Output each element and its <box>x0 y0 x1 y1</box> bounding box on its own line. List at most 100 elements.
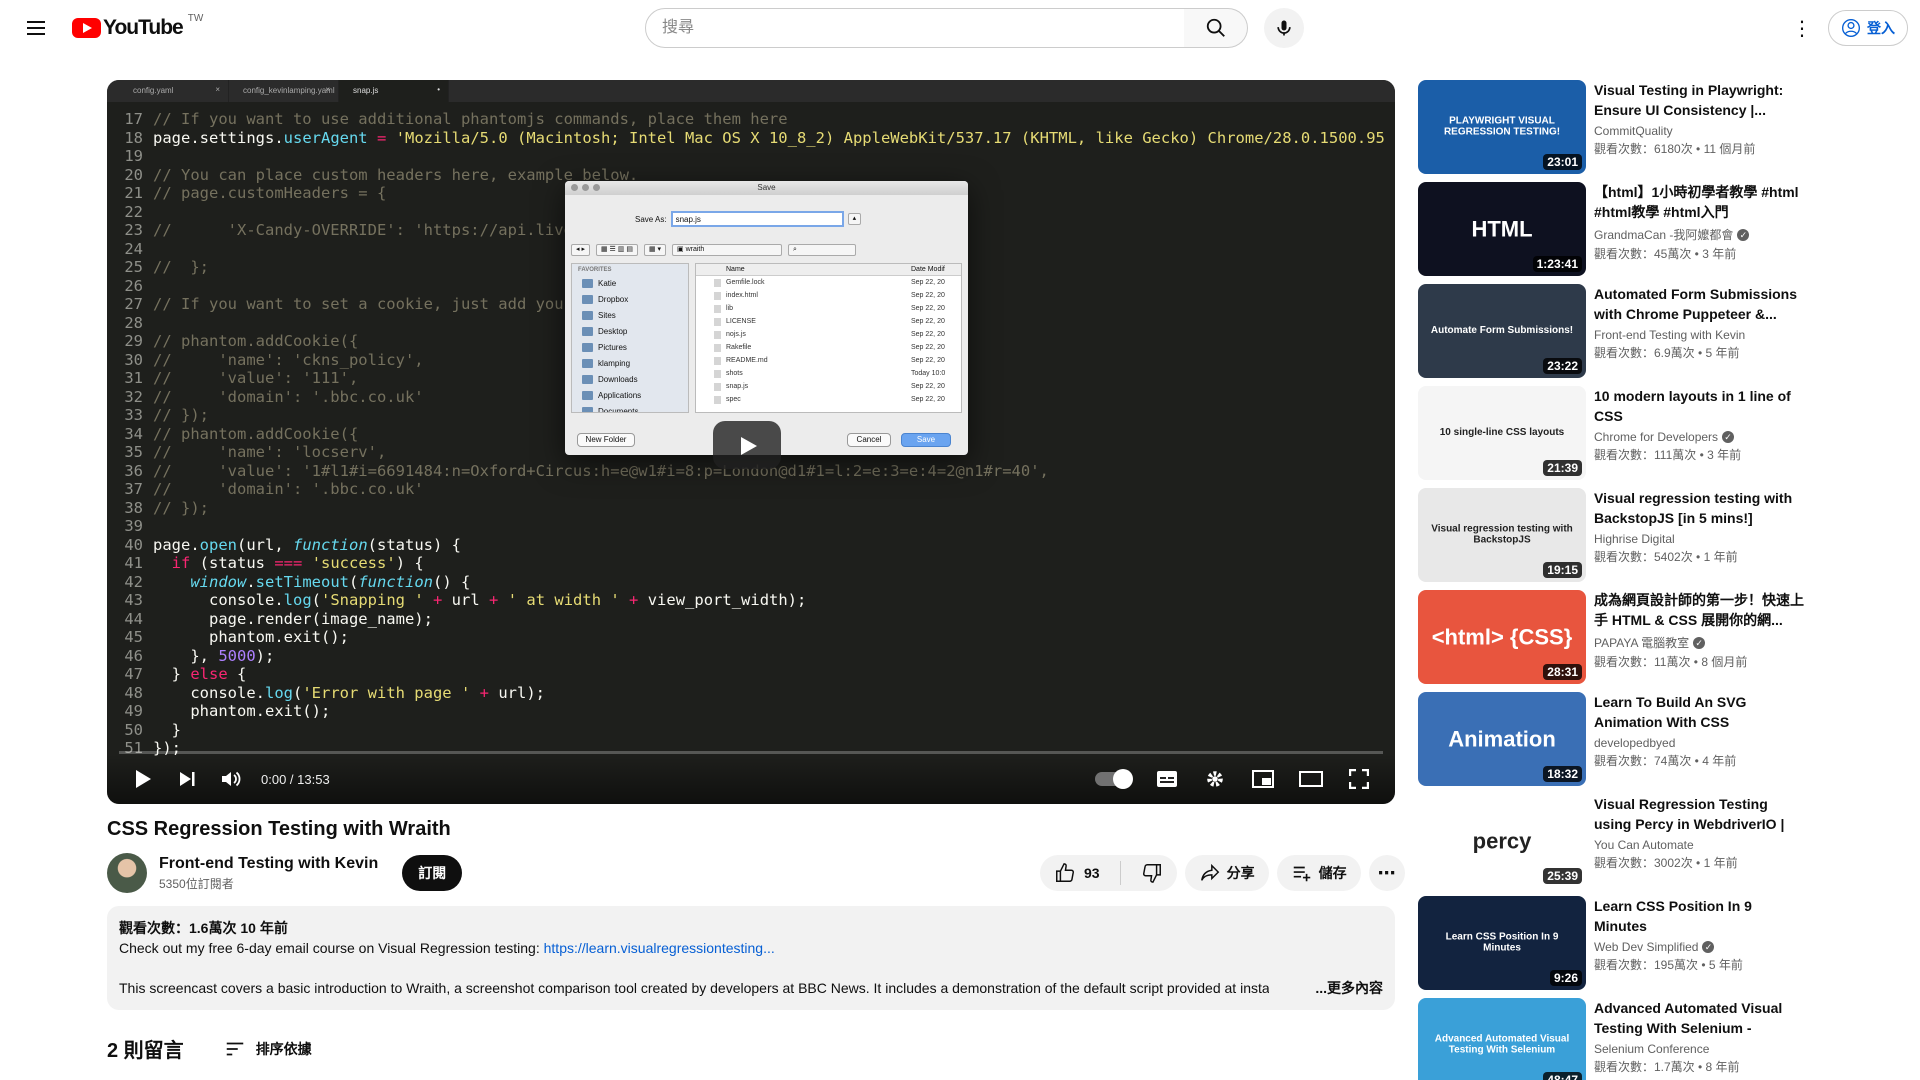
verified-badge-icon: ✓ <box>1722 431 1735 443</box>
related-video-meta: Automated Form Submissions with Chrome P… <box>1594 284 1808 378</box>
sort-comments-button[interactable]: 排序依據 <box>224 1038 312 1060</box>
favorites-sidebar: FAVORITES Katie Dropbox Sites Desktop Pi… <box>571 263 689 413</box>
video-thumbnail[interactable]: HTML 1:23:41 <box>1418 182 1586 276</box>
mute-button[interactable] <box>209 757 253 801</box>
video-thumbnail[interactable]: PLAYWRIGHT VISUAL REGRESSION TESTING! 23… <box>1418 80 1586 174</box>
video-thumbnail[interactable]: Animation 18:32 <box>1418 692 1586 786</box>
search-input[interactable] <box>645 8 1185 48</box>
settings-more-button[interactable]: ⋮ <box>1782 8 1822 48</box>
dislike-button[interactable] <box>1127 855 1177 891</box>
file-row: nojs.js Sep 22, 20 <box>696 328 961 341</box>
related-video-item[interactable]: percy 25:39 Visual Regression Testing us… <box>1418 794 1808 888</box>
related-video-title[interactable]: Visual Testing in Playwright: Ensure UI … <box>1594 80 1808 120</box>
related-channel-name: Front-end Testing with Kevin <box>1594 328 1746 342</box>
related-channel-name: PAPAYA 電腦教室 <box>1594 636 1690 650</box>
search-icon <box>1206 18 1225 37</box>
sign-in-button[interactable]: 登入 <box>1828 10 1908 46</box>
related-video-meta: Advanced Automated Visual Testing With S… <box>1594 998 1808 1080</box>
related-video-title[interactable]: 成為網頁設計師的第一步！快速上手 HTML & CSS 展開你的網... <box>1594 590 1808 630</box>
video-thumbnail[interactable]: Advanced Automated Visual Testing With S… <box>1418 998 1586 1080</box>
youtube-logo[interactable]: YouTube TW <box>72 13 203 40</box>
related-video-title[interactable]: Visual Regression Testing using Percy in… <box>1594 794 1808 834</box>
video-player[interactable]: config.yaml × config_kevinlamping.yaml × s… <box>107 80 1395 804</box>
arrange-icon: ▦ ▾ <box>643 244 667 256</box>
verified-badge-icon: ✓ <box>1702 941 1715 953</box>
related-channel[interactable]: You Can Automate <box>1594 838 1808 852</box>
col-name: Name <box>726 266 745 273</box>
related-video-title[interactable]: Advanced Automated Visual Testing With S… <box>1594 998 1808 1038</box>
related-channel[interactable]: Chrome for Developers ✓ <box>1594 430 1808 444</box>
related-video-title[interactable]: Automated Form Submissions with Chrome P… <box>1594 284 1808 324</box>
voice-search-button[interactable] <box>1264 8 1304 48</box>
settings-button[interactable] <box>1193 757 1237 801</box>
related-channel[interactable]: Highrise Digital <box>1594 532 1808 546</box>
more-actions-button[interactable]: ⋯ <box>1368 855 1405 891</box>
related-channel[interactable]: Front-end Testing with Kevin <box>1594 328 1808 342</box>
video-actions: 93 分享 儲存 ⋯ <box>1040 855 1405 891</box>
related-video-title[interactable]: Learn CSS Position In 9 Minutes <box>1594 896 1808 936</box>
related-video-title[interactable]: 10 modern layouts in 1 line of CSS <box>1594 386 1808 426</box>
save-to-playlist-button[interactable]: 儲存 <box>1276 855 1361 891</box>
related-video-item[interactable]: 10 single-line CSS layouts 21:39 10 mode… <box>1418 386 1808 480</box>
show-more-button[interactable]: ...更多內容 <box>1315 978 1383 998</box>
video-thumbnail[interactable]: Automate Form Submissions! 23:22 <box>1418 284 1586 378</box>
related-channel[interactable]: CommitQuality <box>1594 124 1808 138</box>
large-play-button[interactable] <box>713 421 781 469</box>
file-name: shots <box>696 367 911 380</box>
file-name: index.html <box>696 289 911 302</box>
related-video-title[interactable]: Visual regression testing with BackstopJ… <box>1594 488 1808 528</box>
time-display: 0:00 / 13:53 <box>261 771 330 787</box>
related-video-item[interactable]: Visual regression testing with BackstopJ… <box>1418 488 1808 582</box>
duration-badge: 21:39 <box>1543 460 1582 476</box>
related-video-meta: 成為網頁設計師的第一步！快速上手 HTML & CSS 展開你的網... PAP… <box>1594 590 1808 684</box>
related-video-item[interactable]: Animation 18:32 Learn To Build An SVG An… <box>1418 692 1808 786</box>
theater-mode-button[interactable] <box>1289 757 1333 801</box>
related-channel[interactable]: GrandmaCan -我阿嬤都會 ✓ <box>1594 226 1808 243</box>
related-channel[interactable]: Selenium Conference <box>1594 1042 1808 1056</box>
channel-avatar[interactable] <box>107 853 147 893</box>
subscriber-count: 5350位訂閱者 <box>159 876 234 891</box>
subscribe-button[interactable]: 訂閱 <box>402 855 463 891</box>
related-video-title[interactable]: 【html】1小時初學者教學 #html #html教學 #html入門 <box>1594 182 1808 222</box>
description-link[interactable]: https://learn.visualregressiontesting... <box>544 940 775 956</box>
related-channel[interactable]: PAPAYA 電腦教室 ✓ <box>1594 634 1808 651</box>
related-video-item[interactable]: Advanced Automated Visual Testing With S… <box>1418 998 1808 1080</box>
related-channel[interactable]: developedbyed <box>1594 736 1808 750</box>
duration-badge: 18:32 <box>1543 766 1582 782</box>
play-button[interactable] <box>121 757 165 801</box>
related-video-meta: 10 modern layouts in 1 line of CSS Chrom… <box>1594 386 1808 480</box>
video-thumbnail[interactable]: 10 single-line CSS layouts 21:39 <box>1418 386 1586 480</box>
vertical-dots-icon: ⋮ <box>1792 17 1812 40</box>
share-button[interactable]: 分享 <box>1184 855 1269 891</box>
video-thumbnail[interactable]: Visual regression testing with BackstopJ… <box>1418 488 1586 582</box>
related-video-item[interactable]: Automate Form Submissions! 23:22 Automat… <box>1418 284 1808 378</box>
guide-menu-button[interactable] <box>16 8 56 48</box>
thumbnail-caption: Learn CSS Position In 9 Minutes <box>1445 931 1559 953</box>
editor-tab-bar: config.yaml × config_kevinlamping.yaml × s… <box>107 80 1395 102</box>
fullscreen-button[interactable] <box>1337 757 1381 801</box>
like-button[interactable]: 93 <box>1040 855 1114 891</box>
autoplay-toggle[interactable] <box>1095 769 1133 789</box>
related-video-item[interactable]: HTML 1:23:41 【html】1小時初學者教學 #html #html教… <box>1418 182 1808 276</box>
next-button[interactable] <box>165 757 209 801</box>
related-video-item[interactable]: PLAYWRIGHT VISUAL REGRESSION TESTING! 23… <box>1418 80 1808 174</box>
masthead: YouTube TW ⋮ 登入 <box>0 0 1920 56</box>
file-row: LICENSE Sep 22, 20 <box>696 315 961 328</box>
related-video-item[interactable]: <html> {CSS} 28:31 成為網頁設計師的第一步！快速上手 HTML… <box>1418 590 1808 684</box>
related-video-title[interactable]: Learn To Build An SVG Animation With CSS <box>1594 692 1808 732</box>
description-box[interactable]: 觀看次數：1.6萬次 10 年前 Check out my free 6-day… <box>107 906 1395 1010</box>
related-channel[interactable]: Web Dev Simplified ✓ <box>1594 940 1808 954</box>
favorite-item: Dropbox <box>572 292 688 308</box>
thumbnail-caption: HTML <box>1471 216 1533 242</box>
cancel-button: Cancel <box>847 433 891 447</box>
subtitles-button[interactable] <box>1145 757 1189 801</box>
miniplayer-button[interactable] <box>1241 757 1285 801</box>
video-thumbnail[interactable]: percy 25:39 <box>1418 794 1586 888</box>
video-thumbnail[interactable]: <html> {CSS} 28:31 <box>1418 590 1586 684</box>
channel-name[interactable]: Front-end Testing with Kevin <box>159 855 378 873</box>
file-date: Sep 22, 20 <box>911 305 945 312</box>
related-video-item[interactable]: Learn CSS Position In 9 Minutes 9:26 Lea… <box>1418 896 1808 990</box>
related-stats: 觀看次數：111萬次 • 3 年前 <box>1594 448 1742 462</box>
search-button[interactable] <box>1184 8 1248 48</box>
video-thumbnail[interactable]: Learn CSS Position In 9 Minutes 9:26 <box>1418 896 1586 990</box>
